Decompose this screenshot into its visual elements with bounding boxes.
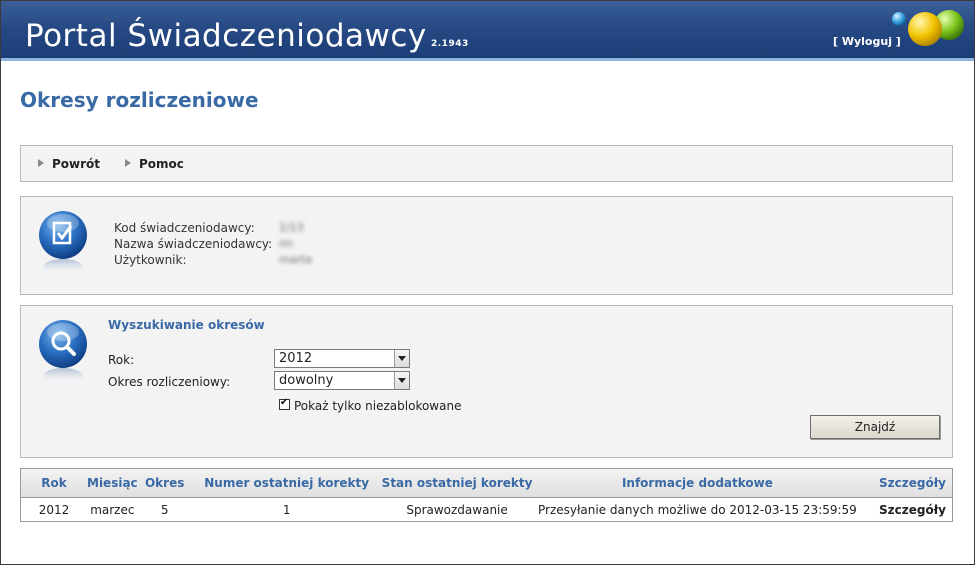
column-header-month[interactable]: Miesiąc [87,469,138,498]
column-header-details[interactable]: Szczegóły [862,469,952,498]
year-label: Rok: [108,353,135,367]
help-link[interactable]: Pomoc [125,157,184,171]
period-select[interactable]: dowolny [274,371,410,390]
search-title: Wyszukiwanie okresów [108,318,265,332]
app-header: Portal Świadczeniodawcy 2.1943 [ Wyloguj… [1,1,974,61]
year-select[interactable]: 2012 [274,349,410,368]
period-label: Okres rozliczeniowy: [108,375,231,389]
details-link[interactable]: Szczegóły [862,498,952,523]
cell-correction-state: Sprawozdawanie [406,503,508,517]
triangle-right-icon [38,159,44,167]
app-version: 2.1943 [431,39,469,49]
column-header-correction-number[interactable]: Numer ostatniej korekty [191,469,382,498]
provider-code-label: Kod świadczeniodawcy: [114,221,255,235]
column-header-correction-state[interactable]: Stan ostatniej korekty [381,469,533,498]
nav-panel: Powrót Pomoc [20,145,953,182]
column-header-period[interactable]: Okres [137,469,192,498]
magnifier-icon [39,320,87,384]
search-panel: Wyszukiwanie okresów Rok: 2012 Okres roz… [20,305,953,458]
provider-info-panel: Kod świadczeniodawcy: 1/13 Nazwa świadcz… [20,196,953,295]
app-title: Portal Świadczeniodawcy [25,18,427,54]
table-row: 2012 marzec 5 1 Sprawozdawanie Przesyłan… [21,498,952,523]
results-table: Rok Miesiąc Okres Numer ostatniej korekt… [20,468,953,522]
back-label: Powrót [52,157,101,171]
back-link[interactable]: Powrót [38,157,100,171]
provider-name-label: Nazwa świadczeniodawcy: [114,237,273,251]
find-button[interactable]: Znajdź [810,415,940,439]
cell-correction-number: 1 [282,503,291,517]
column-header-additional-info[interactable]: Informacje dodatkowe [532,469,863,498]
document-check-icon [39,211,87,275]
cell-year: 2012 [38,503,70,517]
year-select-value: 2012 [279,351,313,366]
user-value: marta [279,253,313,266]
only-unblocked-checkbox[interactable] [279,397,290,410]
cell-month: marzec [90,503,135,517]
chevron-down-icon[interactable] [394,372,409,389]
logo-balls-icon [892,10,964,46]
column-header-year[interactable]: Rok [21,469,87,498]
user-label: Użytkownik: [114,253,187,267]
cell-period: 5 [160,503,169,517]
cell-additional-info: Przesyłanie danych możliwe do 2012-03-15… [538,503,857,517]
table-header-row: Rok Miesiąc Okres Numer ostatniej korekt… [21,469,952,498]
only-unblocked-label: Pokaż tylko niezablokowane [294,399,462,413]
page-title: Okresy rozliczeniowe [20,88,259,112]
triangle-right-icon [125,159,131,167]
chevron-down-icon[interactable] [394,350,409,367]
period-select-value: dowolny [279,373,334,388]
provider-name-value: nn [279,237,293,250]
help-label: Pomoc [139,157,184,171]
provider-code-value: 1/13 [279,221,304,234]
